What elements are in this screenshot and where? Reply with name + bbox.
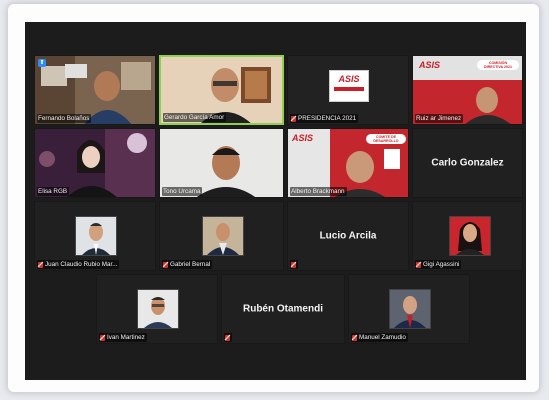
muted-mic-icon — [100, 334, 105, 341]
participant-tile-gabriel-bernal[interactable]: Gabriel Bernal — [159, 201, 284, 271]
participant-name-label: Gigi Agassini — [415, 260, 462, 269]
committee-banner: COMISIÓN DIRECTIVA 2021 — [477, 60, 519, 70]
participant-display-name: Lucio Arcila — [319, 230, 377, 242]
muted-mic-icon — [163, 261, 168, 268]
participant-name-label: Fernando Bolaños — [37, 114, 92, 123]
participant-name-label — [224, 333, 232, 342]
participant-name-label: Gabriel Bernal — [162, 260, 213, 269]
profile-picture — [137, 289, 179, 329]
participant-tile-elisa-rgb[interactable]: Elisa RGB — [34, 128, 156, 198]
participant-display-name: Rubén Otamendi — [242, 303, 323, 315]
participant-tile-lucio-arcila[interactable]: Lucio Arcila — [287, 201, 409, 271]
participant-name-label: PRESIDENCIA 2021 — [290, 114, 359, 123]
pin-icon: ⬆ — [38, 59, 46, 67]
participant-name-label: Gerardo García Amor — [163, 113, 227, 122]
participant-tile-carlo-gonzalez[interactable]: Carlo Gonzalez — [412, 128, 523, 198]
asis-logo: ASIS — [292, 133, 314, 143]
participant-name-label: Alberto Brackmann — [290, 187, 347, 196]
participant-tile-tono-urcama[interactable]: Tono Urcama — [159, 128, 284, 198]
participant-tile-gigi-agassini[interactable]: Gigi Agassini — [412, 201, 523, 271]
participant-name-label: Manuel Zamudio — [351, 333, 408, 342]
muted-mic-icon — [38, 261, 43, 268]
participant-tile-juan-claudio-rubio[interactable]: Juan Claudio Rubio Mar... — [34, 201, 156, 271]
muted-mic-icon — [225, 334, 230, 341]
muted-mic-icon — [291, 115, 296, 122]
muted-mic-icon — [291, 261, 296, 268]
participant-name-label: Elisa RGB — [37, 187, 70, 196]
muted-mic-icon — [416, 261, 421, 268]
participant-tile-ruiz-ar-jimenez[interactable]: ASIS COMISIÓN DIRECTIVA 2021 Ruiz ar Jim… — [412, 55, 523, 125]
profile-picture — [202, 216, 244, 256]
participant-name-label: Juan Claudio Rubio Mar... — [37, 260, 120, 269]
participant-tile-alberto-brackmann[interactable]: ASIS COMITÉ DE DESARROLLO Alberto Brackm… — [287, 128, 409, 198]
profile-picture — [389, 289, 431, 329]
profile-picture — [449, 216, 491, 256]
participant-name-label: Ruiz ar Jimenez — [415, 114, 464, 123]
participant-name-label — [290, 260, 298, 269]
participant-tile-gerardo-garcia-amor[interactable]: Gerardo García Amor — [159, 55, 284, 125]
participant-tile-ivan-martinez[interactable]: Ivan Martinez — [96, 274, 218, 344]
asis-logo: ASIS — [329, 70, 369, 102]
muted-mic-icon — [352, 334, 357, 341]
participant-tile-fernando-bolanos[interactable]: ⬆ Fernando Bolaños — [34, 55, 156, 125]
participant-display-name: Carlo Gonzalez — [431, 157, 504, 169]
participant-tile-presidencia-2021[interactable]: ASIS PRESIDENCIA 2021 — [287, 55, 409, 125]
profile-picture — [75, 216, 117, 256]
participant-name-label: Tono Urcama — [162, 187, 203, 196]
video-gallery: ⬆ Fernando Bolaños Gerardo García Amor A… — [25, 22, 526, 380]
committee-banner: COMITÉ DE DESARROLLO — [366, 134, 406, 144]
asis-logo: ASIS — [419, 60, 441, 70]
participant-name-label: Ivan Martinez — [99, 333, 147, 342]
participant-tile-manuel-zamudio[interactable]: Manuel Zamudio — [348, 274, 470, 344]
participant-tile-ruben-otamendi[interactable]: Rubén Otamendi — [221, 274, 345, 344]
